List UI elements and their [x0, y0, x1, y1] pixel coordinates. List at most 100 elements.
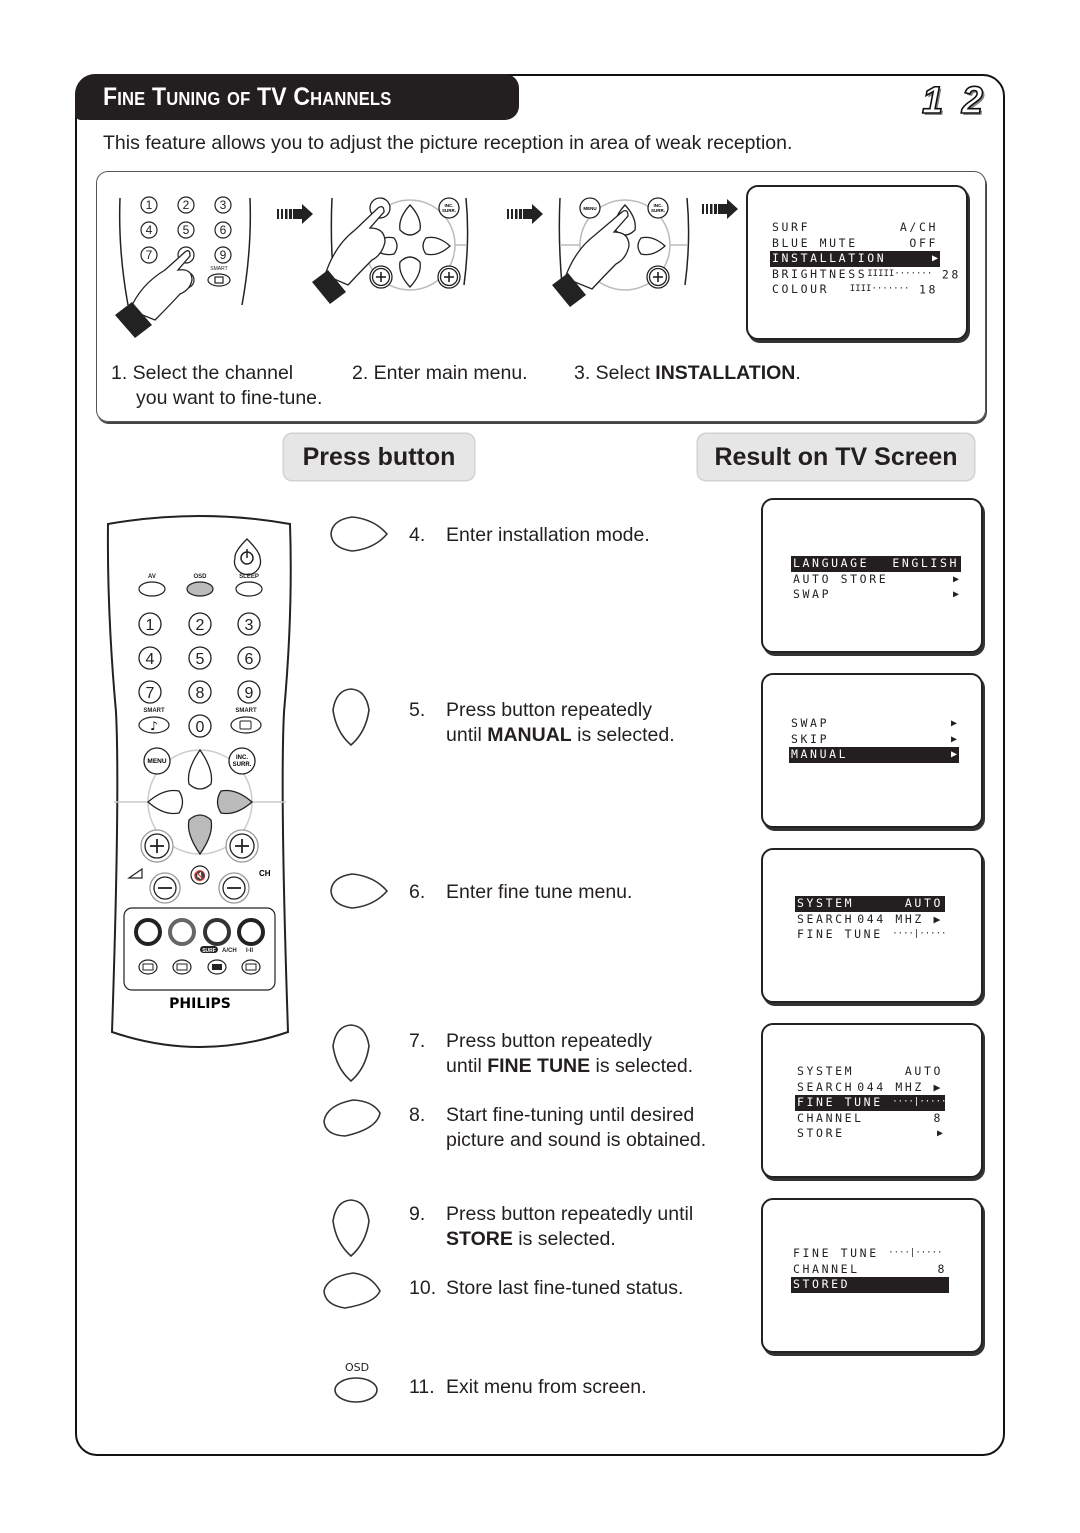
osd-button[interactable]: [186, 581, 214, 597]
sleep-button[interactable]: [235, 581, 263, 597]
osd-label: INSTALLATION: [772, 251, 887, 265]
osd-row: FINE TUNE ····|·····: [795, 1095, 947, 1111]
volume-down-button[interactable]: [149, 872, 181, 904]
right-button-icon: [330, 516, 389, 552]
step-text-prefix: until: [446, 1055, 488, 1077]
i-ii-label: I-II: [246, 948, 253, 954]
step-text: Exit menu from screen.: [446, 1376, 647, 1398]
osd-row: SWAP ▶: [791, 587, 961, 603]
osd-value: 18: [918, 282, 938, 297]
instruction-5: 5. Press button repeatedly until MANUAL is…: [409, 698, 675, 748]
osd-value: AUTO: [904, 896, 943, 910]
step-number: 6.: [409, 881, 426, 903]
osd-value: OFF: [909, 235, 938, 250]
mute-button[interactable]: 🔇: [190, 865, 210, 885]
osd-label: BRIGHTNESS: [772, 266, 868, 281]
prelim-step-3-prefix: 3. Select: [574, 362, 656, 384]
osd-label: OSD: [193, 574, 207, 580]
osd-label: CHANNEL: [793, 1261, 860, 1276]
brightness-level-bar: IIIII·······: [867, 268, 933, 279]
channel-down-button[interactable]: [218, 872, 250, 904]
volume-up-button[interactable]: [140, 829, 174, 863]
smart-picture-button[interactable]: [230, 716, 262, 734]
right-arrow-icon: ▶: [950, 749, 957, 760]
svg-text:MENU: MENU: [583, 206, 596, 211]
step-text-bold: MANUAL: [487, 724, 572, 746]
svg-text:🔇: 🔇: [194, 869, 206, 882]
tv-screen-system: SYSTEM AUTO SEARCH 044 MHZ ▶ FINE TUNE ···…: [761, 848, 983, 1003]
step-text-line1: Press button repeatedly until: [446, 1203, 694, 1225]
svg-text:SURR.: SURR.: [233, 762, 252, 768]
split-button[interactable]: [207, 959, 227, 975]
osd-label: SEARCH: [797, 911, 855, 926]
step-text: Enter installation mode.: [446, 524, 650, 546]
svg-text:9: 9: [220, 248, 227, 262]
reveal-button[interactable]: [241, 959, 261, 975]
digit-label: 3: [245, 617, 254, 634]
fine-tune-bar: ····|·····: [892, 1097, 947, 1107]
step-number: 9.: [409, 1203, 426, 1225]
osd-row: AUTO STORE ▶: [791, 572, 961, 588]
osd-label: SURF: [772, 220, 811, 234]
osd-label: MANUAL: [791, 747, 849, 761]
osd-row-surf: SURF A/CH: [770, 220, 940, 236]
tv-osd: LANGUAGE ENGLISH AUTO STORE ▶ SWAP ▶: [791, 556, 961, 603]
osd-label: FINE TUNE: [793, 1246, 879, 1260]
osd-value: 28: [941, 266, 961, 281]
digit-label: 4: [146, 651, 155, 668]
osd-value: 044 MHZ ▶: [857, 1079, 943, 1094]
right-arrow-icon: ▶: [952, 573, 959, 585]
osd-row: SYSTEM AUTO: [795, 896, 945, 912]
fine-tune-bar: ····|·····: [888, 1248, 943, 1258]
tv-screen-fine-tune: SYSTEM AUTO SEARCH 044 MHZ ▶ FINE TUNE ···…: [761, 1023, 983, 1178]
keypad-hand-illustration: 123 456 79 0 SMART: [115, 196, 252, 338]
menu-press-illustration: INC. SURR.: [312, 197, 469, 304]
av-button[interactable]: [138, 581, 166, 597]
digit-label: 9: [245, 685, 254, 702]
prelim-step-3-suffix: .: [795, 362, 801, 384]
step-text-suffix: is selected.: [590, 1055, 694, 1077]
osd-value: ENGLISH: [892, 556, 959, 570]
remote-control: AV OSD SLEEP 1 2 3 4 5 6 7 8 9 0 SMART SMART ♪ ME…: [106, 515, 292, 1048]
svg-text:2: 2: [183, 198, 190, 212]
smart-sound-button[interactable]: ♪: [138, 716, 170, 734]
digit-label: 7: [146, 685, 155, 702]
teletext-button[interactable]: [138, 959, 158, 975]
osd-label: SYSTEM: [797, 896, 855, 910]
svg-text:SURR.: SURR.: [651, 208, 665, 213]
intro-text: This feature allows you to adjust the pi…: [103, 132, 793, 154]
digit-label: 1: [146, 617, 155, 634]
step-text-suffix: is selected.: [571, 724, 675, 746]
osd-row: SEARCH 044 MHZ ▶: [795, 1080, 945, 1096]
osd-button-icon: [334, 1377, 378, 1403]
up-press-illustration: MENU INC. SURR.: [552, 197, 690, 307]
fine-tune-bar: ····|·····: [892, 929, 947, 939]
channel-up-button[interactable]: [225, 829, 259, 863]
right-arrow-icon: ▶: [950, 718, 957, 729]
step-text-prefix: until: [446, 724, 488, 746]
osd-row: FINE TUNE ····|·····: [791, 1246, 949, 1262]
osd-value: 8: [937, 1261, 947, 1276]
right-arrow-icon: ▶: [952, 589, 959, 600]
mix-button[interactable]: [172, 959, 192, 975]
menu-button[interactable]: MENU: [143, 747, 171, 775]
svg-text:7: 7: [146, 248, 153, 262]
svg-text:5: 5: [183, 223, 190, 237]
osd-label: BLUE MUTE: [772, 235, 858, 250]
osd-row-blue-mute: BLUE MUTE OFF: [770, 236, 940, 252]
ch-label: CH: [259, 869, 271, 878]
instruction-10: 10. Store last fine-tuned status.: [409, 1276, 683, 1301]
osd-label: STORE: [797, 1126, 845, 1140]
osd-row: FINE TUNE ····|·····: [795, 927, 947, 943]
page-title: Fine Tuning of TV Channels: [75, 74, 519, 120]
osd-row: CHANNEL 8: [791, 1262, 949, 1278]
osd-row-colour: COLOUR IIII······· 18: [770, 282, 940, 298]
osd-row: STORE ▶: [795, 1126, 945, 1142]
right-arrow-icon: ▶: [950, 733, 957, 745]
tv-osd: FINE TUNE ····|····· CHANNEL 8 STORED: [791, 1246, 949, 1293]
digit-label: 6: [245, 651, 254, 668]
right-arrow-icon: ▶: [936, 1128, 943, 1139]
inc-surr-button[interactable]: INC.SURR.: [228, 747, 256, 775]
osd-row: SKIP ▶: [789, 732, 959, 748]
osd-label: COLOUR: [772, 282, 830, 296]
